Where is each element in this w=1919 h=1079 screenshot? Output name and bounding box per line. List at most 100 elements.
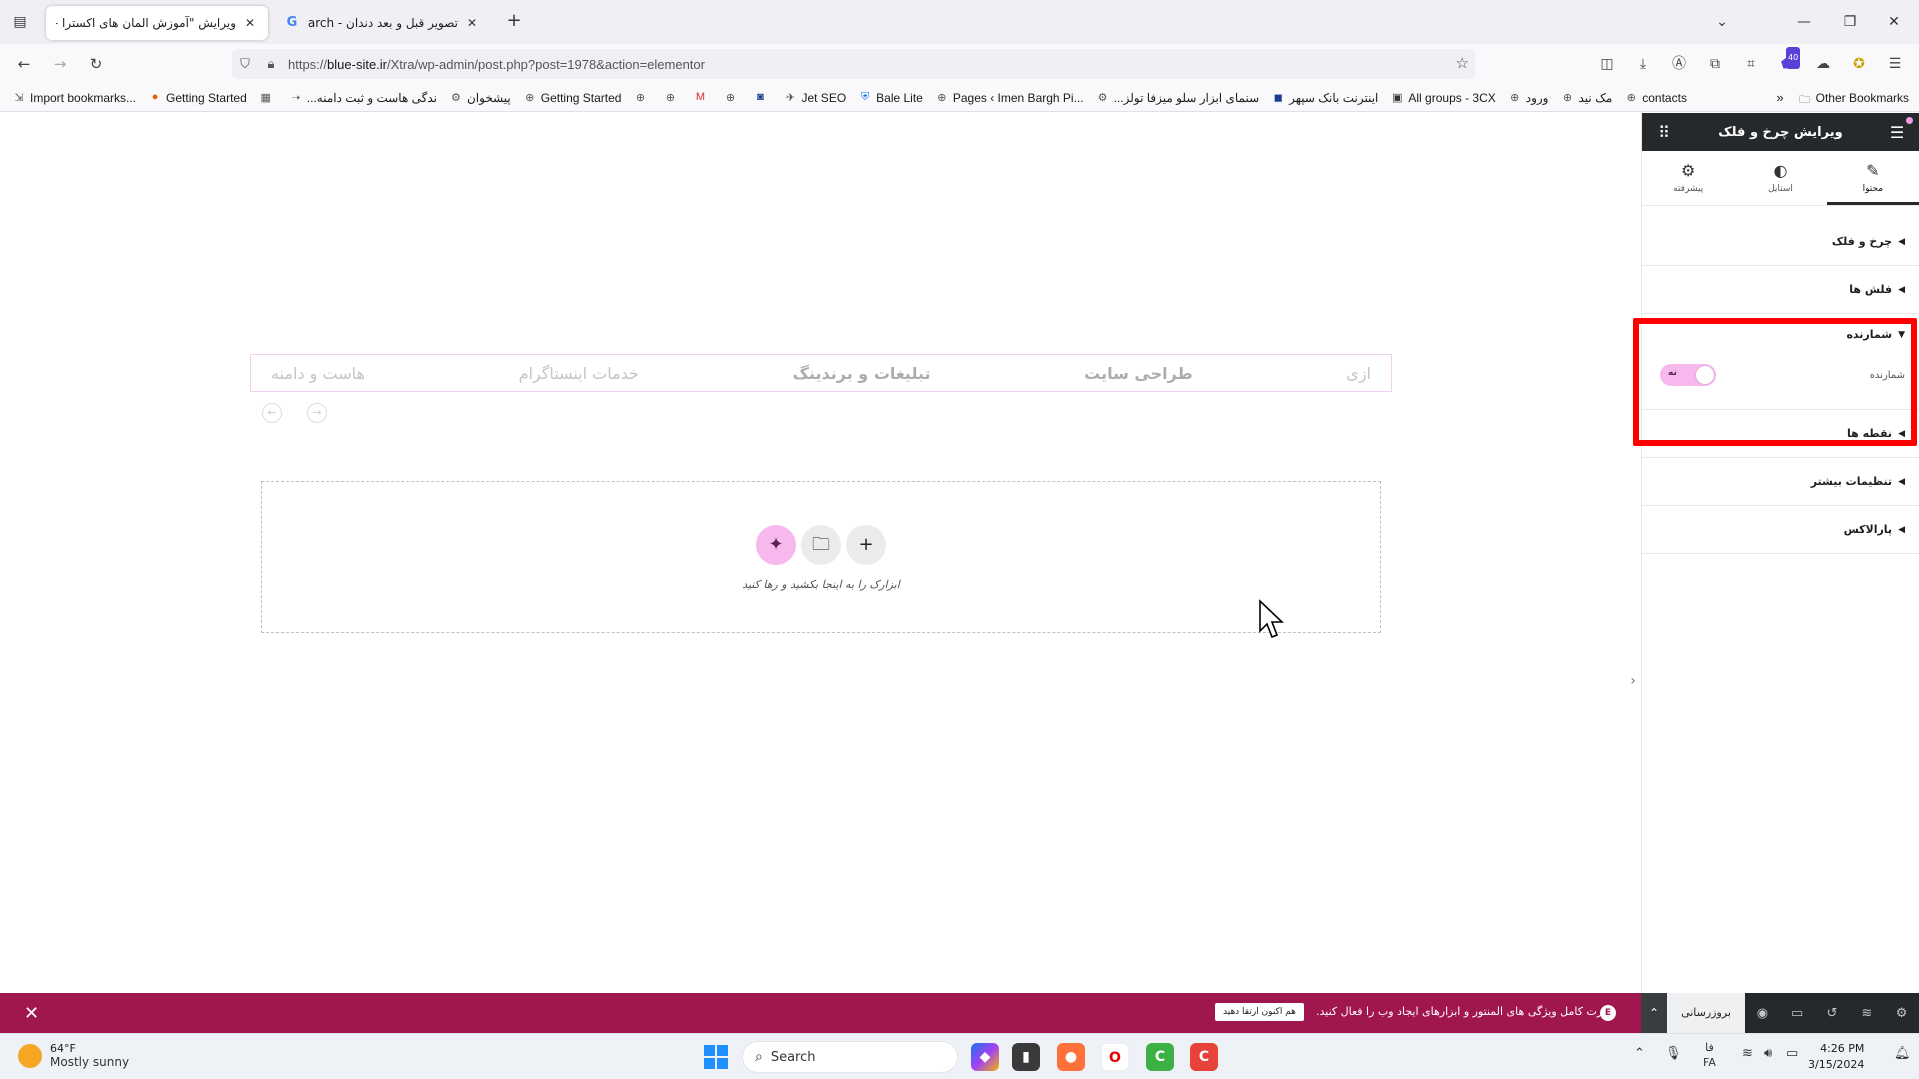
menu-icon[interactable]: ☰ bbox=[1884, 53, 1906, 75]
nav-item[interactable]: تبلیغات و برندینگ bbox=[793, 364, 931, 383]
close-tab-icon[interactable]: ✕ bbox=[464, 16, 480, 30]
more-bookmarks-icon[interactable]: » bbox=[1776, 90, 1783, 105]
bookmark-app[interactable]: ◙ bbox=[753, 91, 771, 105]
bookmark-contacts[interactable]: ⊕ contacts bbox=[1624, 91, 1687, 105]
bookmark-gmail[interactable]: M bbox=[693, 91, 711, 105]
globe-icon: ⊕ bbox=[1510, 91, 1520, 104]
bookmark-getting-started-2[interactable]: ⊕ Getting Started bbox=[523, 91, 621, 105]
nav-item[interactable]: طراحی سایت bbox=[1084, 364, 1192, 383]
section-more-settings[interactable]: ◀ تنظیمات بیشتر bbox=[1642, 458, 1919, 506]
coin-icon[interactable]: ✪ bbox=[1848, 53, 1870, 75]
wifi-icon[interactable]: ≋ bbox=[1742, 1046, 1753, 1061]
bookmark-3cx[interactable]: ▣ All groups - 3CX bbox=[1390, 91, 1496, 105]
extensions-icon[interactable]: ⧉ bbox=[1704, 53, 1726, 75]
cloud-icon[interactable]: ☁ bbox=[1812, 53, 1834, 75]
close-window-icon[interactable]: ✕ bbox=[1880, 8, 1908, 36]
tab-list-icon[interactable]: ▤ bbox=[8, 10, 32, 34]
carousel-nav-strip[interactable]: ازی طراحی سایت تبلیغات و برندینگ خدمات ا… bbox=[250, 354, 1392, 392]
notification-bell-icon[interactable]: 🔔︎ bbox=[1894, 1046, 1911, 1061]
bookmark-calendar[interactable]: ▦ bbox=[259, 91, 277, 105]
tab-elementor-edit[interactable]: ویرایش "آموزش المان های اکسترا – ها ✕ bbox=[46, 6, 268, 40]
bookmark-globe-2[interactable]: ⊕ bbox=[663, 91, 681, 105]
extension-badge-icon[interactable]: ⬟40 bbox=[1776, 47, 1801, 75]
bookmark-star-icon[interactable]: ☆ bbox=[1456, 54, 1469, 72]
add-section-icon[interactable]: + bbox=[846, 525, 886, 565]
ai-sparkle-icon[interactable]: ✦ bbox=[756, 525, 796, 565]
new-tab-icon[interactable]: + bbox=[502, 10, 526, 34]
nav-item[interactable]: ازی bbox=[1346, 364, 1371, 383]
account-icon[interactable]: Ⓐ bbox=[1668, 53, 1690, 75]
close-notice-icon[interactable]: ✕ bbox=[24, 1003, 39, 1024]
file-explorer-icon[interactable]: ▮ bbox=[1012, 1043, 1040, 1071]
crop-icon[interactable]: ⌗ bbox=[1740, 53, 1762, 75]
nav-item[interactable]: خدمات اینستاگرام bbox=[519, 364, 639, 383]
weather-widget[interactable]: 64°F Mostly sunny bbox=[18, 1042, 129, 1069]
url-bar[interactable]: ⛉ 🔒︎ https://blue-site.ir/Xtra/wp-admin/… bbox=[232, 49, 1475, 79]
tab-search[interactable]: G تصویر قبل و بعد دندان - Search ✕ bbox=[274, 6, 490, 40]
pocket-icon[interactable]: ◫ bbox=[1596, 53, 1618, 75]
section-parallax[interactable]: ◀ پارالاکس bbox=[1642, 506, 1919, 554]
show-hidden-icons[interactable]: ⌃ bbox=[1634, 1046, 1645, 1061]
next-arrow-icon[interactable]: → bbox=[307, 403, 327, 423]
nav-item[interactable]: هاست و دامنه bbox=[271, 364, 365, 383]
reload-icon[interactable]: ↻ bbox=[84, 52, 108, 76]
bookmark-bale-lite[interactable]: ⛨ Bale Lite bbox=[858, 91, 923, 105]
bookmark-login[interactable]: ⊕ ورود bbox=[1508, 91, 1548, 105]
preview-eye-icon[interactable]: ◉ bbox=[1745, 1006, 1780, 1021]
bookmark-bank[interactable]: ◼ اینترنت بانک سپهر bbox=[1271, 91, 1379, 105]
opera-icon[interactable]: O bbox=[1101, 1043, 1129, 1071]
clock[interactable]: 4:26 PM 3/15/2024 bbox=[1808, 1041, 1864, 1073]
widget-drop-zone[interactable]: ✦ 🗀 + ابزارک را به اینجا بکشید و رها کنی… bbox=[261, 481, 1381, 633]
language-indicator[interactable]: فا FA bbox=[1703, 1040, 1716, 1070]
tab-style[interactable]: ◐ استایل bbox=[1734, 151, 1826, 205]
widgets-grid-icon[interactable]: ⠿ bbox=[1654, 123, 1674, 142]
tab-content[interactable]: ✎ محتوا bbox=[1826, 151, 1919, 205]
bookmark-dashboard[interactable]: ⚙ پیشخوان bbox=[449, 91, 511, 105]
bookmark-pages[interactable]: ⊕ Pages ‹ Imen Bargh Pi... bbox=[935, 91, 1083, 105]
firefox-icon[interactable]: ● bbox=[1057, 1043, 1085, 1071]
list-all-tabs-icon[interactable]: ⌄ bbox=[1708, 8, 1736, 36]
bookmark-getting-started[interactable]: ● Getting Started bbox=[148, 91, 247, 105]
hamburger-menu-icon[interactable]: ☰ bbox=[1887, 116, 1913, 142]
volume-icon[interactable]: 🔊︎ bbox=[1764, 1046, 1772, 1061]
3cx-icon: ▣ bbox=[1392, 91, 1403, 104]
search-icon: ⌕ bbox=[755, 1049, 763, 1065]
downloads-icon[interactable]: ⤓ bbox=[1632, 53, 1654, 75]
history-icon[interactable]: ↺ bbox=[1815, 1006, 1850, 1021]
other-bookmarks[interactable]: 🗀 Other Bookmarks bbox=[1798, 91, 1909, 106]
chevron-up-icon[interactable]: ⌃ bbox=[1641, 993, 1667, 1033]
back-icon[interactable]: ← bbox=[12, 52, 36, 76]
camtasia-green-icon[interactable]: C bbox=[1146, 1043, 1174, 1071]
bookmark-import[interactable]: ⇲ Import bookmarks... bbox=[12, 91, 136, 105]
minimize-icon[interactable]: — bbox=[1790, 8, 1818, 36]
bookmark-globe-3[interactable]: ⊕ bbox=[723, 91, 741, 105]
copilot-icon[interactable]: ◆ bbox=[971, 1043, 999, 1071]
restore-icon[interactable]: ❐ bbox=[1836, 8, 1864, 36]
microphone-icon[interactable]: 🎙︎ bbox=[1665, 1046, 1682, 1061]
bookmark-hosting[interactable]: ➝ ...ندگی هاست و ثبت دامنه bbox=[289, 91, 437, 105]
bookmark-mac[interactable]: ⊕ مک نید bbox=[1560, 91, 1612, 105]
close-tab-icon[interactable]: ✕ bbox=[242, 16, 258, 30]
windows-start-icon[interactable] bbox=[704, 1045, 728, 1069]
collapse-panel-icon[interactable]: › bbox=[1625, 673, 1641, 703]
responsive-icon[interactable]: ▭ bbox=[1780, 1006, 1815, 1021]
tab-advanced[interactable]: ⚙ پیشرفته bbox=[1642, 151, 1734, 205]
forward-icon[interactable]: → bbox=[48, 52, 72, 76]
section-arrows[interactable]: ◀ فلش ها bbox=[1642, 266, 1919, 314]
navigator-icon[interactable]: ≋ bbox=[1849, 1006, 1884, 1021]
bookmark-tools[interactable]: ⚙ ...سنمای ابزار سلو میزفا تولز bbox=[1096, 91, 1259, 105]
shield-icon[interactable]: ⛉ bbox=[232, 57, 258, 72]
settings-icon[interactable]: ⚙ bbox=[1884, 1006, 1919, 1021]
caret-left-icon: ◀ bbox=[1898, 284, 1905, 295]
camtasia-red-icon[interactable]: C bbox=[1190, 1043, 1218, 1071]
update-button[interactable]: بروزرسانی bbox=[1667, 993, 1745, 1033]
bookmark-globe-1[interactable]: ⊕ bbox=[633, 91, 651, 105]
template-folder-icon[interactable]: 🗀 bbox=[801, 525, 841, 565]
upgrade-now-button[interactable]: هم اکنون ارتقا دهید bbox=[1215, 1003, 1304, 1021]
taskbar-search[interactable]: ⌕ Search bbox=[742, 1041, 958, 1073]
prev-arrow-icon[interactable]: ← bbox=[262, 403, 282, 423]
section-carousel[interactable]: ◀ چرخ و فلک bbox=[1642, 218, 1919, 266]
lock-icon[interactable]: 🔒︎ bbox=[258, 57, 284, 72]
battery-icon[interactable]: ▭ bbox=[1786, 1046, 1798, 1061]
bookmark-jet-seo[interactable]: ✈ Jet SEO bbox=[783, 91, 846, 105]
